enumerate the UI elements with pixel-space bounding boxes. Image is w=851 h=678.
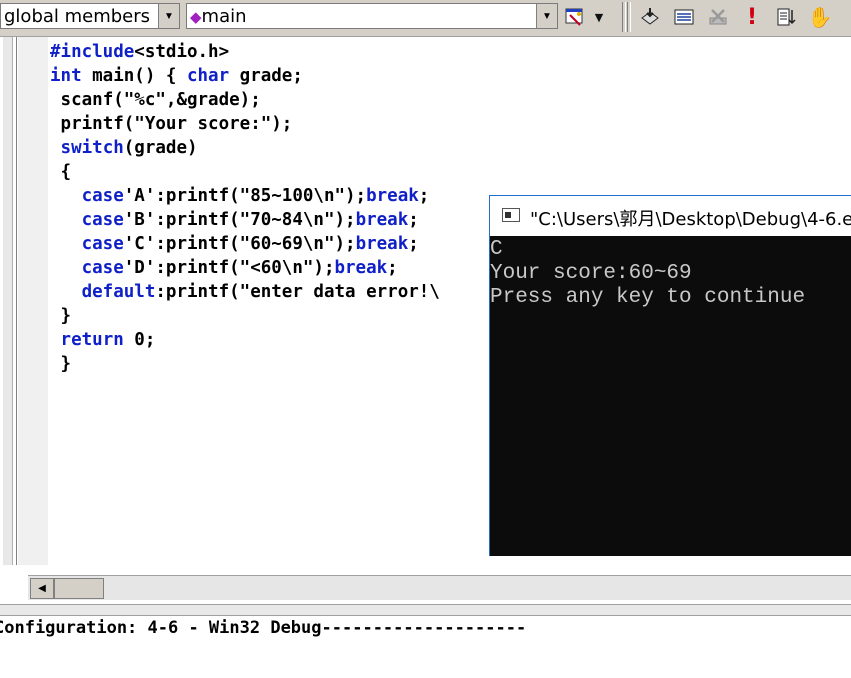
code-line[interactable]: switch(grade) — [50, 136, 440, 160]
code-text: } — [60, 354, 72, 374]
code-keyword: int — [50, 66, 82, 86]
code-line[interactable]: { — [50, 160, 440, 184]
console-output-line: C — [490, 238, 503, 261]
code-text: :printf("enter data error!\ — [155, 282, 440, 302]
function-combo-value: ◆main — [190, 6, 247, 27]
function-diamond-icon: ◆ — [190, 8, 202, 26]
code-keyword: switch — [60, 138, 124, 158]
code-line[interactable]: case'D':printf("<60\n");break; — [50, 256, 440, 280]
console-app-icon — [502, 208, 520, 222]
stop-build-icon[interactable] — [705, 4, 731, 30]
code-text: 0; — [123, 330, 156, 350]
chevron-down-icon[interactable]: ▼ — [536, 4, 557, 28]
code-line[interactable]: printf("Your score:"); — [50, 112, 440, 136]
code-text: (grade) — [123, 138, 198, 158]
code-text: ; — [408, 234, 419, 254]
class-members-combo[interactable]: global members ▼ — [0, 3, 180, 29]
chevron-down-icon[interactable]: ▼ — [158, 4, 179, 28]
code-keyword: break — [355, 210, 409, 230]
code-line[interactable]: } — [50, 304, 440, 328]
code-line[interactable]: #include<stdio.h> — [50, 40, 440, 64]
code-text: 'D':printf("<60\n"); — [123, 258, 335, 278]
code-text: ; — [387, 258, 398, 278]
console-output-line: Your score:60~69 — [490, 262, 692, 285]
code-keyword: case — [81, 234, 124, 254]
toolbar-separator — [622, 2, 626, 32]
code-keyword: break — [334, 258, 388, 278]
class-members-combo-value: global members — [4, 6, 151, 27]
code-line[interactable]: scanf("%c",&grade); — [50, 88, 440, 112]
code-text: <stdio.h> — [134, 42, 230, 62]
code-keyword: break — [355, 234, 409, 254]
code-text: { — [60, 162, 72, 182]
code-text: printf("Your score:"); — [60, 114, 293, 134]
output-pane: Configuration: 4-6 - Win32 Debug--------… — [0, 616, 851, 678]
code-keyword: default — [81, 282, 156, 302]
console-window[interactable]: "C:\Users\郭月\Desktop\Debug\4-6.ex C Your … — [489, 195, 851, 556]
scrollbar-thumb[interactable] — [54, 578, 104, 599]
code-line[interactable]: case'A':printf("85~100\n");break; — [50, 184, 440, 208]
editor-margin[interactable] — [18, 37, 48, 565]
build-output-line: Configuration: 4-6 - Win32 Debug--------… — [0, 618, 527, 638]
code-text: } — [60, 306, 72, 326]
code-line[interactable]: case'C':printf("60~69\n");break; — [50, 232, 440, 256]
build-icon[interactable] — [671, 4, 697, 30]
source-code[interactable]: #include<stdio.h> int main() { char grade… — [50, 40, 440, 376]
code-keyword: break — [366, 186, 419, 206]
code-keyword: char — [186, 66, 230, 86]
scroll-left-icon[interactable]: ◀ — [30, 578, 54, 599]
code-text: scanf("%c",&grade); — [60, 90, 261, 110]
wizard-icon[interactable] — [562, 4, 588, 30]
console-output-line: Press any key to continue — [490, 286, 806, 309]
function-combo[interactable]: ◆main ▼ — [186, 3, 558, 29]
console-titlebar[interactable]: "C:\Users\郭月\Desktop\Debug\4-6.ex — [490, 196, 851, 236]
console-screen[interactable]: C Your score:60~69 Press any key to contin… — [490, 236, 851, 556]
toolbar: global members ▼ ◆main ▼ ▼ ! ✋ — [0, 0, 851, 37]
code-keyword: case — [81, 210, 124, 230]
code-text: 'B':printf("70~84\n"); — [123, 210, 356, 230]
code-text: 'A':printf("85~100\n"); — [123, 186, 367, 206]
chevron-down-icon[interactable]: ▼ — [590, 4, 608, 30]
code-line[interactable]: int main() { char grade; — [50, 64, 440, 88]
code-text: ; — [408, 210, 419, 230]
compile-icon[interactable] — [637, 4, 663, 30]
left-pane-strip — [0, 37, 17, 565]
code-keyword: case — [81, 186, 124, 206]
code-line[interactable]: case'B':printf("70~84\n");break; — [50, 208, 440, 232]
code-line[interactable]: return 0; — [50, 328, 440, 352]
code-line[interactable]: default:printf("enter data error!\ — [50, 280, 440, 304]
pane-splitter[interactable] — [0, 604, 851, 616]
code-text: ; — [418, 186, 430, 206]
hand-icon[interactable]: ✋ — [807, 4, 833, 30]
go-icon[interactable] — [773, 4, 799, 30]
code-text: 'C':printf("60~69\n"); — [123, 234, 356, 254]
code-keyword: #include — [50, 42, 135, 62]
toolbar-separator — [627, 2, 631, 32]
code-line[interactable]: } — [50, 352, 440, 376]
horizontal-scrollbar[interactable]: ◀ — [28, 575, 851, 600]
execute-icon[interactable]: ! — [739, 4, 765, 30]
code-keyword: case — [81, 258, 124, 278]
code-text: main() { — [81, 66, 187, 86]
code-text: grade; — [229, 66, 303, 86]
code-keyword: return — [60, 330, 124, 350]
console-title: "C:\Users\郭月\Desktop\Debug\4-6.ex — [530, 209, 851, 230]
